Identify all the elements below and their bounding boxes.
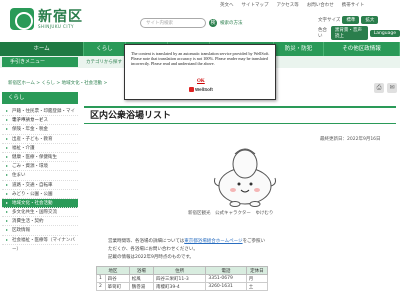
font-size-label: 文字サイズ (318, 18, 341, 23)
sidebar-item[interactable]: 社会福祉・医療等（マイナンバー） (2, 236, 78, 252)
top-link[interactable]: 携帯サイト (342, 2, 365, 8)
guide-menu[interactable]: 手引きメニュー (2, 57, 78, 67)
sidebar-item[interactable]: みどり・公園・公園 (2, 190, 78, 199)
sidebar-item[interactable]: 住まい (2, 171, 78, 181)
top-link[interactable]: 英文へ (220, 2, 234, 8)
table-row: 1 四谷 松風 四谷三栄町11-3 3351-0679 月 (96, 274, 269, 283)
share-icon[interactable]: ✉ (387, 83, 397, 93)
color-label: 色合い (318, 28, 327, 39)
top-links: 英文へ サイトマップ アクセス等 お問い合わせ 携帯サイト (220, 2, 364, 8)
mascot-image (214, 148, 276, 207)
nav-other[interactable]: その他区政情報 (324, 42, 400, 56)
column-header: 地区 (96, 266, 130, 275)
bath-association-link[interactable]: 東京都浴場組合ホームページ (184, 239, 242, 244)
wellsoft-logo: WellSoft (189, 87, 213, 92)
category-link[interactable]: カテゴリから探す (86, 59, 122, 65)
search-help-link[interactable]: 検索の方法 (220, 20, 243, 26)
sidebar-item[interactable]: 出産・子ども・教育 (2, 135, 78, 144)
search-button[interactable]: 検 (209, 19, 217, 27)
language-button[interactable]: Language (369, 29, 400, 37)
font-standard-button[interactable]: 標準 (342, 16, 360, 24)
top-link[interactable]: お問い合わせ (307, 2, 334, 8)
sidebar-heading: くらし (2, 92, 78, 104)
font-size-controls: 文字サイズ 標準 拡大 (318, 16, 379, 24)
sidebar-item[interactable]: 保険・年金・税金 (2, 125, 78, 135)
logo-mark-icon (10, 8, 34, 30)
wellsoft-mark-icon (189, 87, 194, 92)
nav-disaster[interactable]: 防災・防犯 (274, 42, 324, 56)
dialog-message: The content is translated by an automati… (131, 51, 270, 66)
sidebar-item[interactable]: 区政情報 (2, 226, 78, 236)
column-header: 住所 (152, 266, 207, 275)
page-title: 区内公衆浴場リスト (84, 106, 396, 124)
top-link[interactable]: アクセス等 (277, 2, 299, 8)
logo-title: 新宿区 (38, 8, 83, 25)
ok-button[interactable]: OK (197, 79, 205, 84)
table-row: 2 箪笥町 鶴巻湯 南榎町39-4 3260-1631 土 (96, 282, 269, 291)
breadcrumb[interactable]: 新宿区ホーム > くらし > 地域文化・社会活動 > (8, 80, 107, 86)
column-header: 浴場 (128, 266, 154, 275)
sidebar: くらし 戸籍・住民票・印鑑登録・マイナンバーカード 電子申請サービス 保険・年金… (2, 92, 78, 252)
top-link[interactable]: サイトマップ (242, 2, 269, 8)
wellsoft-name: WellSoft (195, 87, 213, 92)
site-header: 新宿区 SHINJUKU CITY 英文へ サイトマップ アクセス等 お問い合わ… (0, 0, 400, 42)
site-logo[interactable]: 新宿区 SHINJUKU CITY (10, 8, 83, 30)
sidebar-item[interactable]: 消費生活・契約 (2, 217, 78, 227)
contrast-button[interactable]: 黒背景・音声読上 (330, 26, 368, 40)
sidebar-item-active[interactable]: 地域文化・社会活動 (2, 198, 78, 209)
sidebar-item[interactable]: 健康・医療・保健衛生 (2, 153, 78, 163)
sidebar-item[interactable]: 電子申請サービス (2, 116, 78, 126)
sidebar-item[interactable]: 福祉・介護 (2, 144, 78, 153)
nav-life[interactable]: くらし (84, 42, 126, 56)
sidebar-item[interactable]: 多文化共生・国際交流 (2, 208, 78, 218)
column-header: 電話 (205, 266, 247, 275)
sidebar-item[interactable]: 道路・交通・自転車 (2, 181, 78, 190)
sidebar-item[interactable]: 戸籍・住民票・印鑑登録・マイナンバーカード (2, 107, 78, 123)
color-language-controls: 色合い 黒背景・音声読上 Language (318, 26, 400, 40)
nav-home[interactable]: ホーム (0, 42, 84, 56)
print-icon[interactable]: ⎙ (374, 83, 384, 93)
sidebar-item[interactable]: ごみ・資源・環境 (2, 162, 78, 172)
font-large-button[interactable]: 拡大 (361, 16, 379, 24)
notice-text: 営業時間等、各浴場の詳細については東京都浴場組合ホームページをご参照いただくか、… (108, 239, 266, 252)
mascot-caption: 新宿区観光 公式キャラクター ゆけむり (188, 211, 274, 216)
table-header-row: 地区 浴場 住所 電話 定休日 (96, 266, 269, 275)
last-updated: 最終更新日：2022年9月16日 (320, 137, 381, 142)
page-tools: ⎙ ✉ (374, 83, 397, 93)
bathhouse-table: 地区 浴場 住所 電話 定休日 1 四谷 松風 四谷三栄町11-3 3351-0… (96, 266, 269, 291)
site-search: サイト内検索 検 検索の方法 (140, 18, 243, 28)
data-date-note: 記載の情報は2022年9月時点のものです。 (108, 255, 194, 260)
translation-notice-dialog: The content is translated by an automati… (124, 44, 276, 100)
search-input[interactable]: サイト内検索 (140, 18, 206, 28)
column-header: 定休日 (245, 266, 269, 275)
